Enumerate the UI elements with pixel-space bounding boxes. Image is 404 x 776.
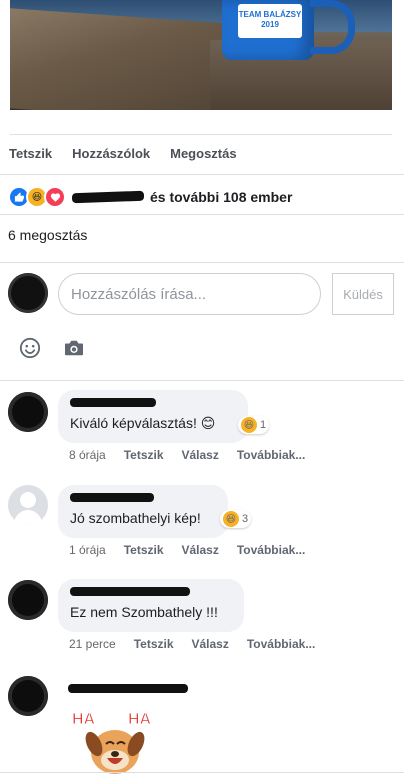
- share-button[interactable]: Megosztás: [170, 146, 236, 161]
- comment-reply-button[interactable]: Válasz: [182, 543, 219, 557]
- comment-more-button[interactable]: Továbbiak...: [237, 448, 305, 462]
- redacted-name: [71, 190, 145, 204]
- divider: [0, 772, 404, 773]
- avatar[interactable]: [8, 485, 48, 525]
- like-button[interactable]: Tetszik: [9, 146, 52, 161]
- comment-text: Kiváló képválasztás! 😊: [70, 415, 216, 431]
- comment-button[interactable]: Hozzászólok: [72, 146, 150, 161]
- divider: [0, 174, 404, 175]
- comment-bubble[interactable]: Kiváló képválasztás! 😊: [58, 390, 248, 443]
- redacted-commenter-name: [68, 684, 188, 693]
- send-button[interactable]: Küldés: [332, 273, 394, 315]
- comment-time[interactable]: 21 perce: [69, 637, 116, 651]
- divider: [10, 134, 392, 135]
- comment-text: Ez nem Szombathely !!!: [70, 604, 218, 620]
- haha-reaction-icon: 😆: [223, 511, 239, 527]
- redacted-commenter-name: [70, 587, 190, 596]
- comment-bubble[interactable]: Ez nem Szombathely !!!: [58, 579, 244, 632]
- redacted-commenter-name: [70, 398, 156, 407]
- photo-stone-wall: [10, 7, 240, 110]
- comment-bubble[interactable]: Jó szombathelyi kép!: [58, 485, 228, 538]
- avatar[interactable]: [8, 676, 48, 716]
- mug-label: TEAM BALÁZSY 2019: [238, 4, 302, 38]
- reactions-count-text: és további 108 ember: [71, 189, 292, 205]
- comment-more-button[interactable]: Továbbiak...: [247, 637, 315, 651]
- divider: [0, 262, 404, 263]
- comment-time[interactable]: 8 órája: [69, 448, 106, 462]
- avatar[interactable]: [8, 392, 48, 432]
- photo-mug-handle: [310, 0, 355, 54]
- sticker-dog-nose: [111, 751, 119, 757]
- sticker-text-left: HA: [72, 711, 96, 728]
- comment-like-button[interactable]: Tetszik: [124, 543, 164, 557]
- comment-reply-button[interactable]: Válasz: [192, 637, 229, 651]
- comment-meta: 8 órája Tetszik Válasz Továbbiak...: [69, 448, 305, 462]
- comment-like-button[interactable]: Tetszik: [124, 448, 164, 462]
- divider: [0, 214, 404, 215]
- post-action-bar: Tetszik Hozzászólok Megosztás: [9, 146, 237, 161]
- haha-reaction-icon: 😆: [241, 417, 257, 433]
- comment-text: Jó szombathelyi kép!: [70, 510, 201, 526]
- comment-meta: 1 órája Tetszik Válasz Továbbiak...: [69, 543, 305, 557]
- comment-reactions[interactable]: 😆 1: [238, 416, 270, 434]
- emoji-icon[interactable]: [19, 337, 41, 359]
- comment-reply-button[interactable]: Válasz: [182, 448, 219, 462]
- comment-input[interactable]: Hozzászólás írása...: [58, 273, 321, 315]
- haha-sticker[interactable]: HA HA: [70, 704, 160, 776]
- shares-count[interactable]: 6 megosztás: [8, 227, 87, 243]
- comment-meta: 21 perce Tetszik Válasz Továbbiak...: [69, 637, 315, 651]
- comment-time[interactable]: 1 órája: [69, 543, 106, 557]
- sticker-text-right: HA: [128, 711, 152, 728]
- current-user-avatar: [8, 273, 48, 313]
- comment-reactions[interactable]: 😆 3: [220, 510, 252, 528]
- reactions-summary[interactable]: 😆 és további 108 ember: [8, 186, 292, 208]
- redacted-commenter-name: [70, 493, 154, 502]
- divider: [0, 380, 404, 381]
- camera-icon[interactable]: [63, 337, 85, 359]
- love-reaction-icon: [44, 186, 66, 208]
- avatar[interactable]: [8, 580, 48, 620]
- post-photo[interactable]: TEAM BALÁZSY 2019: [10, 0, 392, 110]
- comment-like-button[interactable]: Tetszik: [134, 637, 174, 651]
- comment-more-button[interactable]: Továbbiak...: [237, 543, 305, 557]
